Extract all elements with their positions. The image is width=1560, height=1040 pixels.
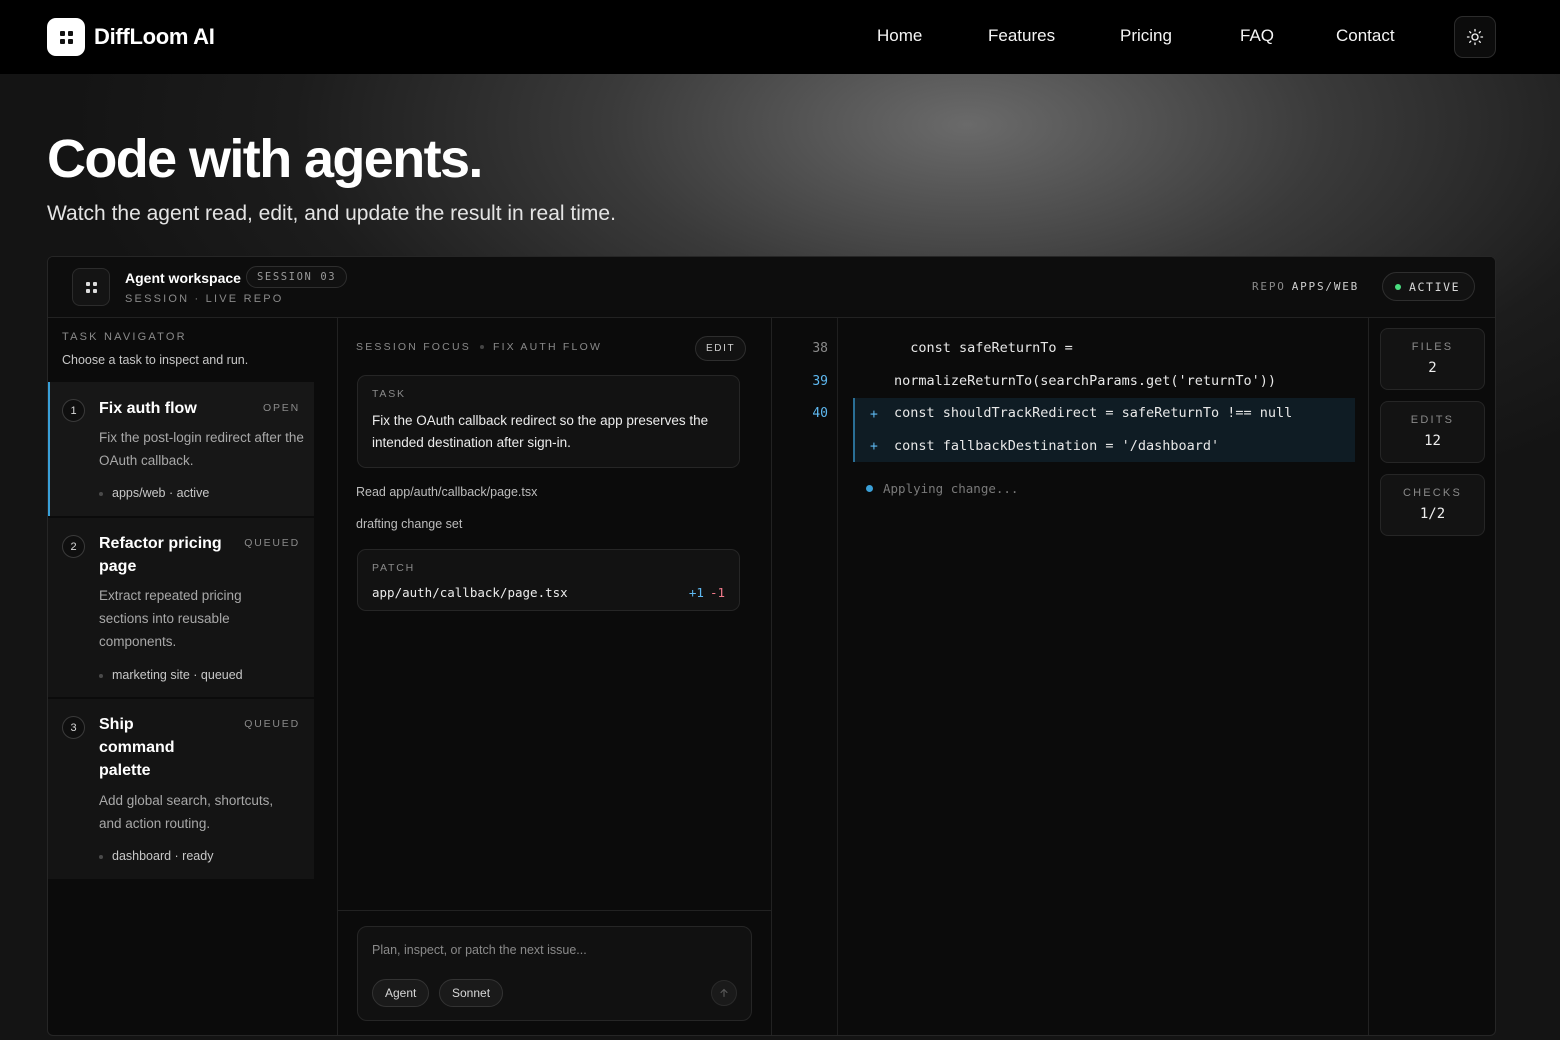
task-meta: dashboard · ready <box>99 849 213 863</box>
agent-workspace: Agent workspace SESSION 03 SESSION · LIV… <box>47 256 1496 1036</box>
patch-card[interactable]: PATCH app/auth/callback/page.tsx +1 -1 <box>357 549 740 611</box>
stat-label: FILES <box>1411 341 1454 353</box>
patch-file: app/auth/callback/page.tsx <box>372 585 568 600</box>
task-description: Extract repeated pricing sections into r… <box>99 588 242 649</box>
code-gutter-divider <box>837 318 838 1035</box>
edit-button[interactable]: EDIT <box>695 336 747 361</box>
workspace-title: Agent workspace <box>125 270 241 286</box>
task-description: Add global search, shortcuts, and action… <box>99 793 274 831</box>
apply-status: Applying change... <box>866 481 1018 496</box>
nav-home[interactable]: Home <box>877 26 922 46</box>
column-divider <box>337 318 338 1035</box>
composer: Agent Sonnet <box>357 926 752 1021</box>
repo-label-text: REPO <box>1252 280 1286 293</box>
stat-value: 12 <box>1424 433 1441 449</box>
task-status: OPEN <box>263 402 300 414</box>
code-line-added: const shouldTrackRedirect = safeReturnTo… <box>894 405 1293 421</box>
stat-value: 1/2 <box>1419 506 1446 522</box>
send-button[interactable] <box>711 980 737 1006</box>
task-number: 2 <box>62 535 85 558</box>
active-dot-icon <box>1395 283 1401 290</box>
line-number: 40 <box>812 406 828 421</box>
top-navigation-bar: DiffLoom AI Home Features Pricing FAQ Co… <box>0 0 1560 74</box>
task-number: 1 <box>62 399 85 422</box>
status-badge: ACTIVE <box>1382 272 1476 301</box>
session-focus-task: FIX AUTH FLOW <box>492 341 603 353</box>
patch-stats: +1 -1 <box>689 585 725 600</box>
task-meta: marketing site · queued <box>99 668 243 682</box>
repo-value: APPS/WEB <box>1291 280 1360 293</box>
nav-contact[interactable]: Contact <box>1336 26 1395 46</box>
sun-icon <box>1466 28 1484 46</box>
task-description: Fix the post-login redirect after the OA… <box>99 430 304 468</box>
lines-added: +1 <box>688 585 704 600</box>
code-line: normalizeReturnTo(searchParams.get('retu… <box>894 373 1277 389</box>
composer-divider <box>338 910 771 911</box>
agent-mode-chip[interactable]: Agent <box>372 979 430 1007</box>
logo-icon[interactable] <box>47 18 85 56</box>
task-card-text: Fix the OAuth callback redirect so the a… <box>372 413 709 450</box>
code-line-added: const fallbackDestination = '/dashboard' <box>894 438 1220 454</box>
diff-add-marker: + <box>870 407 878 422</box>
composer-input[interactable] <box>372 943 732 957</box>
session-badge: SESSION 03 <box>246 266 348 288</box>
brand-name[interactable]: DiffLoom AI <box>94 24 215 50</box>
task-item-fix-auth-flow[interactable]: 1 Fix auth flow OPEN Fix the post-login … <box>48 382 314 516</box>
stat-value: 2 <box>1428 360 1437 376</box>
nav-pricing[interactable]: Pricing <box>1120 26 1172 46</box>
workspace-subtitle: SESSION · LIVE REPO <box>125 293 284 305</box>
stat-checks: CHECKS 1/2 <box>1380 474 1485 536</box>
model-chip[interactable]: Sonnet <box>439 979 504 1007</box>
nav-faq[interactable]: FAQ <box>1240 26 1274 46</box>
nav-features[interactable]: Features <box>988 26 1055 46</box>
theme-toggle-button[interactable] <box>1454 16 1496 58</box>
task-number: 3 <box>62 716 85 739</box>
task-card: TASK Fix the OAuth callback redirect so … <box>357 375 740 468</box>
task-title: Refactor pricing page <box>99 535 222 575</box>
apply-status-text: Applying change... <box>883 481 1019 496</box>
task-navigator-subtitle: Choose a task to inspect and run. <box>62 353 249 367</box>
session-focus-label: SESSION FOCUS FIX AUTH FLOW <box>356 341 602 353</box>
lines-removed: -1 <box>709 585 725 600</box>
patch-label: PATCH <box>372 562 416 574</box>
task-navigator-label: TASK NAVIGATOR <box>62 331 187 343</box>
task-item-command-palette[interactable]: 3 Ship command palette QUEUED Add global… <box>48 699 314 879</box>
task-title: Fix auth flow <box>99 400 197 417</box>
status-text: ACTIVE <box>1409 279 1461 294</box>
workspace-header: Agent workspace SESSION 03 SESSION · LIV… <box>48 257 1495 318</box>
hero-subtitle: Watch the agent read, edit, and update t… <box>47 202 616 225</box>
column-divider <box>1368 318 1369 1035</box>
task-card-label: TASK <box>372 388 406 400</box>
stat-label: CHECKS <box>1402 487 1463 499</box>
activity-log-line: drafting change set <box>356 517 463 531</box>
stat-files: FILES 2 <box>1380 328 1485 390</box>
arrow-up-icon <box>720 988 728 998</box>
session-focus-text: SESSION FOCUS <box>356 341 471 353</box>
progress-dot-icon <box>866 485 873 492</box>
column-divider <box>771 318 772 1035</box>
diff-add-marker: + <box>870 439 878 454</box>
line-number: 38 <box>812 341 828 356</box>
task-status: QUEUED <box>244 537 300 549</box>
code-line: const safeReturnTo = <box>894 340 1073 356</box>
line-number: 39 <box>812 374 828 389</box>
stat-label: EDITS <box>1410 414 1455 426</box>
workspace-grid-icon <box>72 268 110 306</box>
task-item-refactor-pricing[interactable]: 2 Refactor pricing page QUEUED Extract r… <box>48 518 314 697</box>
stat-edits: EDITS 12 <box>1380 401 1485 463</box>
task-title: Ship command palette <box>99 716 175 779</box>
repo-label: REPO APPS/WEB <box>1252 280 1359 293</box>
hero-title: Code with agents. <box>47 129 483 189</box>
activity-log-line: Read app/auth/callback/page.tsx <box>356 485 538 499</box>
task-meta: apps/web · active <box>99 486 209 500</box>
task-status: QUEUED <box>244 718 300 730</box>
